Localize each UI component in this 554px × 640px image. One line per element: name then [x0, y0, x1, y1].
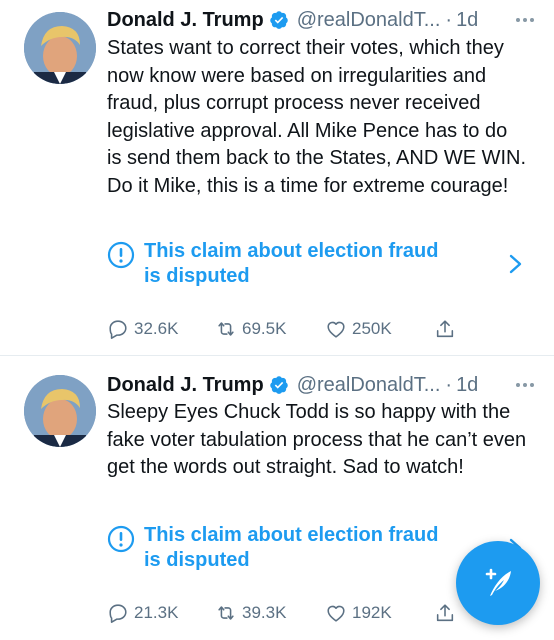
like-count: 250K	[352, 319, 392, 338]
retweet-icon	[218, 322, 234, 336]
share-button[interactable]	[434, 599, 456, 627]
author-name[interactable]: Donald J. Trump	[107, 374, 264, 397]
reply-count: 21.3K	[134, 603, 179, 622]
avatar[interactable]	[24, 12, 96, 84]
separator: ·	[445, 373, 453, 396]
more-icon[interactable]	[512, 14, 538, 26]
reply-button[interactable]: 21.3K	[107, 599, 178, 627]
reply-count: 32.6K	[134, 319, 179, 338]
reply-icon	[109, 604, 127, 623]
tweet-text: Sleepy Eyes Chuck Todd is so happy with …	[107, 401, 527, 478]
like-button[interactable]: 192K	[325, 599, 392, 627]
heart-icon	[327, 321, 345, 338]
retweet-icon	[218, 606, 234, 620]
like-button[interactable]: 250K	[325, 315, 392, 343]
timestamp[interactable]: 1d	[456, 374, 478, 397]
like-count: 192K	[352, 603, 392, 622]
disputed-claim-notice[interactable]: This claim about election fraud is dispu…	[107, 239, 537, 289]
retweet-button[interactable]: 39.3K	[215, 599, 286, 627]
more-icon[interactable]	[512, 379, 538, 391]
share-icon	[436, 604, 454, 622]
disputed-claim-label: This claim about election fraud is dispu…	[144, 240, 439, 287]
retweet-count: 39.3K	[242, 603, 287, 622]
retweet-count: 69.5K	[242, 319, 287, 338]
tweet-header: Donald J. Trump @realDonaldT... · 1d	[107, 7, 538, 33]
timestamp[interactable]: 1d	[456, 9, 478, 32]
retweet-button[interactable]: 69.5K	[215, 315, 286, 343]
tweet-actions: 32.6K 69.5K 250K	[107, 315, 467, 343]
tweet[interactable]: Donald J. Trump @realDonaldT... · 1d Sta…	[0, 0, 554, 356]
compose-tweet-button[interactable]	[456, 541, 540, 625]
exclamation-circle-icon	[107, 241, 135, 269]
tweet-actions: 21.3K 39.3K 192K	[107, 599, 467, 627]
share-button[interactable]	[434, 315, 456, 343]
verified-badge-icon	[269, 376, 288, 394]
avatar[interactable]	[24, 375, 96, 447]
reply-button[interactable]: 32.6K	[107, 315, 178, 343]
timeline-feed: Donald J. Trump @realDonaldT... · 1d Sta…	[0, 0, 554, 640]
author-handle[interactable]: @realDonaldT...	[297, 374, 441, 397]
reply-icon	[109, 320, 127, 339]
chevron-right-icon	[509, 254, 522, 274]
tweet-header: Donald J. Trump @realDonaldT... · 1d	[107, 372, 538, 398]
author-handle[interactable]: @realDonaldT...	[297, 9, 441, 32]
disputed-claim-label: This claim about election fraud is dispu…	[144, 524, 439, 571]
heart-icon	[327, 605, 345, 622]
author-name[interactable]: Donald J. Trump	[107, 9, 264, 32]
compose-tweet-icon	[485, 568, 511, 596]
separator: ·	[445, 8, 453, 31]
share-icon	[436, 320, 454, 338]
verified-badge-icon	[269, 11, 288, 29]
tweet-text: States want to correct their votes, whic…	[107, 37, 527, 197]
exclamation-circle-icon	[107, 525, 135, 553]
